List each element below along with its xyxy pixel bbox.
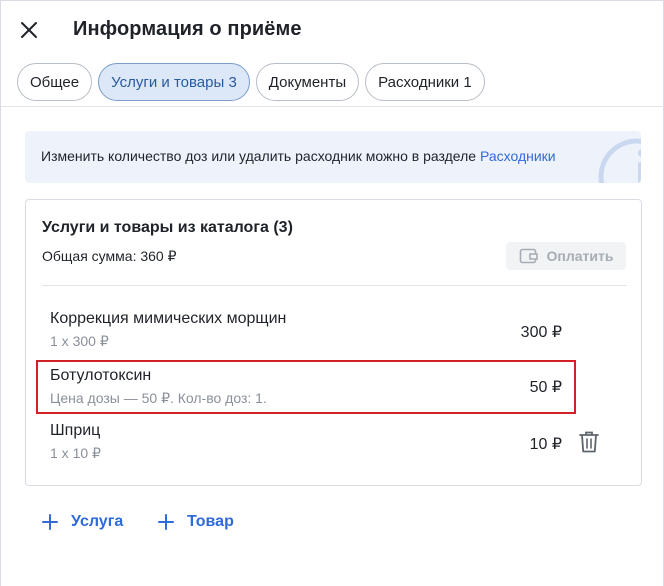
total-amount: Общая сумма: 360 ₽ <box>42 248 177 264</box>
pay-label: Оплатить <box>546 248 614 264</box>
tab-bar: Общее Услуги и товары 3 Документы Расход… <box>17 63 485 101</box>
catalog-title: Услуги и товары из каталога (3) <box>42 219 293 236</box>
add-product-button[interactable]: Товар <box>157 513 234 531</box>
add-service-label: Услуга <box>71 513 124 530</box>
item-price: 300 ₽ <box>520 324 562 341</box>
close-icon <box>21 22 37 38</box>
catalog-card: Услуги и товары из каталога (3) Общая су… <box>25 199 642 486</box>
item-details: Цена дозы — 50 ₽. Кол-во доз: 1. <box>50 390 267 406</box>
trash-icon[interactable] <box>578 430 600 454</box>
tab-consumables[interactable]: Расходники 1 <box>365 63 485 101</box>
item-price: 50 ₽ <box>529 379 562 396</box>
plus-icon <box>42 514 58 530</box>
add-service-button[interactable]: Услуга <box>41 513 123 531</box>
divider <box>42 285 627 286</box>
info-icon <box>598 138 641 183</box>
info-message: Изменить количество доз или удалить расх… <box>41 148 480 164</box>
item-name: Ботулотоксин <box>50 367 152 384</box>
tab-general[interactable]: Общее <box>17 63 93 101</box>
pay-button[interactable]: Оплатить <box>506 242 626 270</box>
wallet-icon <box>519 248 538 264</box>
info-text: Изменить количество доз или удалить расх… <box>41 148 556 164</box>
info-banner: Изменить количество доз или удалить расх… <box>25 131 641 183</box>
page-title: Информация о приёме <box>73 18 302 40</box>
item-details: 1 x 300 ₽ <box>50 333 109 349</box>
list-item-highlighted: Ботулотоксин Цена дозы — 50 ₽. Кол-во до… <box>36 360 576 414</box>
item-name: Шприц <box>50 422 101 439</box>
item-details: 1 x 10 ₽ <box>50 445 101 461</box>
close-button[interactable] <box>17 18 41 42</box>
list-item: Шприц 1 x 10 ₽ 10 ₽ <box>36 422 576 476</box>
dialog: Информация о приёме Общее Услуги и товар… <box>0 0 664 586</box>
tab-documents[interactable]: Документы <box>255 63 360 101</box>
plus-icon <box>158 514 174 530</box>
item-price: 10 ₽ <box>529 436 562 453</box>
consumables-link[interactable]: Расходники <box>480 148 556 164</box>
tab-services-goods[interactable]: Услуги и товары 3 <box>98 63 250 101</box>
dialog-header: Информация о приёме Общее Услуги и товар… <box>1 1 664 107</box>
add-product-label: Товар <box>187 513 234 530</box>
item-name: Коррекция мимических морщин <box>50 310 287 327</box>
list-item: Коррекция мимических морщин 1 x 300 ₽ 30… <box>36 310 576 364</box>
